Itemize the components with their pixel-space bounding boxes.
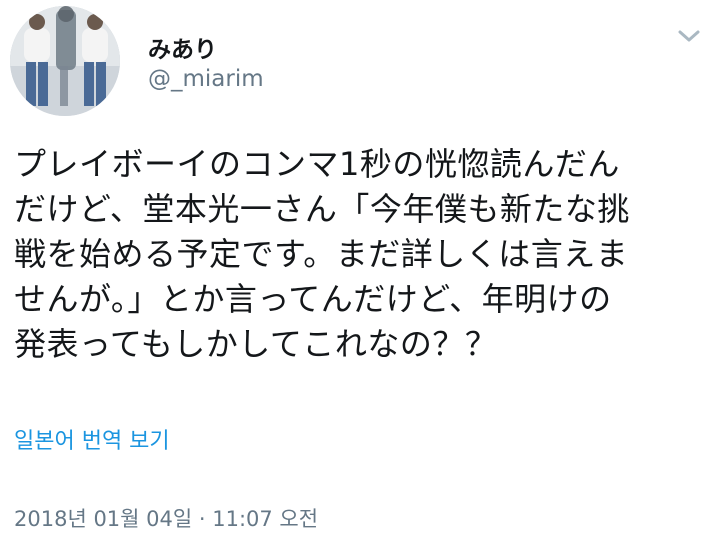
tweet-card: みあり @_miarim プレイボーイのコンマ1秒の恍惚読んだん だけど、堂本光…: [0, 0, 720, 548]
tweet-timestamp[interactable]: 2018년 01월 04일 · 11:07 오전: [14, 503, 318, 533]
tweet-text: プレイボーイのコンマ1秒の恍惚読んだん だけど、堂本光一さん「今年僕も新たな挑 …: [14, 145, 630, 363]
translate-tweet-link[interactable]: 일본어 번역 보기: [14, 423, 170, 455]
avatar-photo: [10, 6, 120, 116]
user-handle[interactable]: @_miarim: [148, 66, 264, 92]
chevron-down-icon[interactable]: [674, 24, 704, 48]
display-name[interactable]: みあり: [148, 30, 217, 64]
avatar[interactable]: [10, 6, 120, 116]
